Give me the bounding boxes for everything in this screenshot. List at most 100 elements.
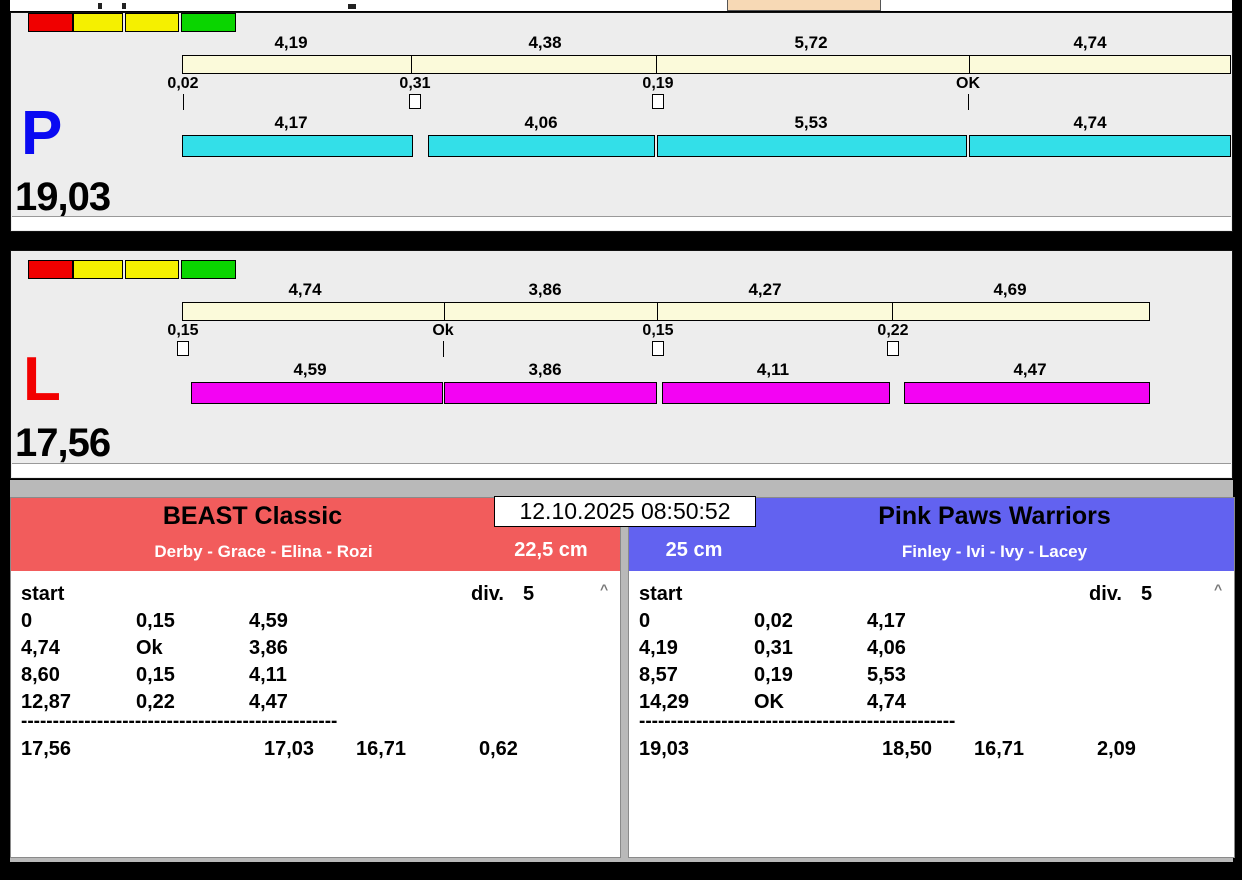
- run-time-label: 4,59: [293, 360, 327, 379]
- run-segment: [191, 382, 443, 404]
- run-segment: [662, 382, 890, 404]
- lane-status-strip: [12, 216, 1231, 230]
- cumulative-time: 8,57: [639, 664, 678, 686]
- result-row: 0 0,02 4,17: [629, 610, 1234, 634]
- best-time: 16,71: [356, 738, 407, 760]
- run-bar: [182, 382, 1150, 404]
- clipped-top-strip: [10, 0, 1232, 11]
- division-value: 5: [523, 583, 535, 605]
- run-time: 4,17: [867, 610, 906, 632]
- scroll-up-arrow[interactable]: ^: [600, 581, 608, 597]
- split-divider: [657, 303, 658, 320]
- total-time: 17,56: [21, 738, 72, 760]
- diff-time: 0,62: [479, 738, 518, 760]
- pass-checkbox[interactable]: [409, 94, 421, 109]
- team-results-list[interactable]: start div. 5 ^ 0 0,15 4,59 4,74 Ok 3,86 …: [11, 571, 620, 857]
- result-row: 8,60 0,15 4,11: [11, 664, 620, 688]
- start-light-yellow-2: [125, 260, 179, 279]
- pass-time: 0,31: [754, 637, 793, 659]
- run-time: 4,11: [249, 664, 287, 686]
- division-label: div.: [471, 583, 504, 605]
- split-time-label: 4,69: [993, 280, 1027, 299]
- pass-checkbox[interactable]: [652, 94, 664, 109]
- clipped-text-fragment: [348, 4, 356, 9]
- split-time-label: 4,27: [748, 280, 782, 299]
- run-segment: [444, 382, 657, 404]
- pass-time-label: OK: [956, 75, 980, 92]
- result-row: 0 0,15 4,59: [11, 610, 620, 634]
- total-time: 19,03: [639, 738, 690, 760]
- run-bar: [182, 135, 1231, 157]
- lane-panel-p: 4,19 4,38 5,72 4,74 0,02 0,31 0,19 OK 4,…: [10, 12, 1233, 232]
- division-label: div.: [1089, 583, 1122, 605]
- sum-time: 18,50: [882, 738, 933, 760]
- pass-time-label: 0,19: [642, 75, 674, 92]
- pass-time: 0,02: [754, 610, 793, 632]
- pass-checkbox[interactable]: [177, 341, 189, 356]
- start-light-red: [28, 260, 73, 279]
- split-divider: [892, 303, 893, 320]
- jump-height: 22,5 cm: [514, 539, 588, 561]
- start-label: start: [21, 583, 65, 605]
- team-panel-left: BEAST Classic Derby - Grace - Elina - Ro…: [10, 497, 621, 858]
- sum-time: 17,03: [264, 738, 315, 760]
- pass-time-label: 0,31: [399, 75, 431, 92]
- pass-time: 0,19: [754, 664, 793, 686]
- datetime-display: 12.10.2025 08:50:52: [494, 496, 756, 527]
- scroll-up-arrow[interactable]: ^: [1214, 581, 1222, 597]
- pass-checkbox[interactable]: [652, 341, 664, 356]
- lane-letter: P: [21, 99, 63, 168]
- pass-tick: [968, 94, 969, 110]
- start-light-green: [181, 13, 236, 32]
- jump-height: 25 cm: [665, 539, 723, 561]
- start-label: start: [639, 583, 683, 605]
- run-time: 4,59: [249, 610, 288, 632]
- run-time: 3,86: [249, 637, 288, 659]
- split-time-label: 4,38: [528, 33, 562, 52]
- result-row: 4,19 0,31 4,06: [629, 637, 1234, 661]
- split-bar: [182, 55, 1231, 74]
- results-header-row: start div. 5: [11, 583, 620, 607]
- split-divider: [411, 56, 412, 73]
- split-time-label: 3,86: [528, 280, 562, 299]
- team-name: BEAST Classic: [162, 502, 343, 530]
- team-results-list[interactable]: start div. 5 ^ 0 0,02 4,17 4,19 0,31 4,0…: [629, 571, 1234, 857]
- clipped-text-fragment: [122, 3, 126, 9]
- results-header-row: start div. 5: [629, 583, 1234, 607]
- cumulative-time: 0: [21, 610, 33, 632]
- pass-checkbox[interactable]: [887, 341, 899, 356]
- start-light-green: [181, 260, 236, 279]
- cumulative-time: 0: [639, 610, 651, 632]
- run-segment: [428, 135, 655, 157]
- start-light-yellow-2: [125, 13, 179, 32]
- start-light-red: [28, 13, 73, 32]
- pass-time-label: 0,15: [642, 322, 674, 339]
- division-value: 5: [1141, 583, 1153, 605]
- pass-time-label: Ok: [432, 322, 454, 339]
- pass-time: 0,15: [136, 610, 175, 632]
- result-row: 4,74 Ok 3,86: [11, 637, 620, 661]
- pass-time: Ok: [136, 637, 163, 659]
- totals-row: 17,56 17,03 16,71 0,62: [11, 738, 620, 762]
- split-time-label: 4,74: [1073, 33, 1107, 52]
- run-time-label: 3,86: [528, 360, 562, 379]
- split-time-label: 4,74: [288, 280, 322, 299]
- lane-total-time: 17,56: [15, 421, 111, 465]
- run-time-label: 4,17: [274, 113, 308, 132]
- run-segment: [904, 382, 1150, 404]
- team-members: Derby - Grace - Elina - Rozi: [154, 542, 373, 561]
- result-row: 8,57 0,19 5,53: [629, 664, 1234, 688]
- run-segment: [657, 135, 967, 157]
- team-members: Finley - Ivi - Ivy - Lacey: [901, 542, 1088, 561]
- run-segment: [969, 135, 1231, 157]
- start-light-yellow-1: [73, 260, 123, 279]
- pass-time: 0,15: [136, 664, 175, 686]
- pass-tick: [443, 341, 444, 357]
- lane-panel-l: 4,74 3,86 4,27 4,69 0,15 Ok 0,15 0,22 4,…: [10, 250, 1233, 479]
- split-time-label: 5,72: [794, 33, 828, 52]
- split-divider: [656, 56, 657, 73]
- run-segment: [182, 135, 413, 157]
- clipped-tab[interactable]: [727, 0, 881, 11]
- run-time-label: 4,47: [1013, 360, 1047, 379]
- cumulative-time: 4,19: [639, 637, 678, 659]
